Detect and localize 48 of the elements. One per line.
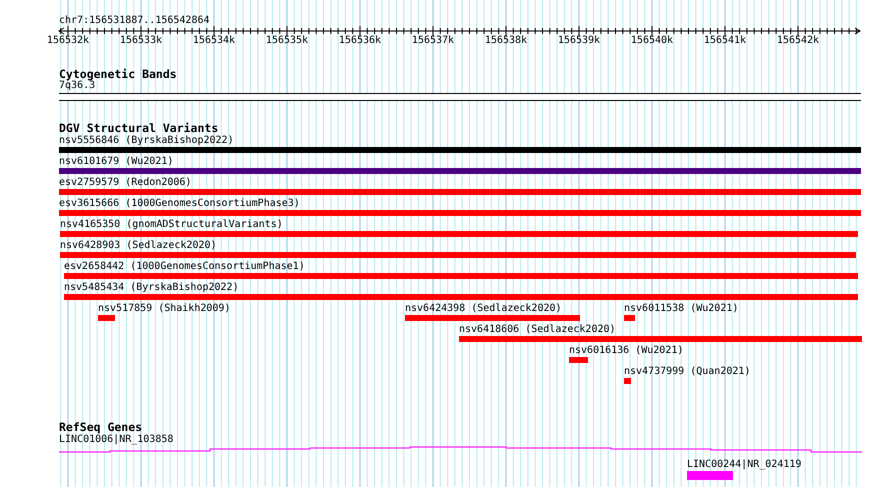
variant-label: nsv5556846 (ByrskaBishop2022) (59, 135, 234, 147)
variant-label: nsv5485434 (ByrskaBishop2022) (64, 282, 239, 294)
ruler-tick-label: 156535k (266, 35, 308, 47)
variant-label: nsv6418606 (Sedlazeck2020) (459, 324, 616, 336)
variant-label: esv2759579 (Redon2006) (59, 177, 192, 189)
ruler-tick-label: 156536k (338, 35, 382, 47)
track-title: Cytogenetic Bands (59, 68, 177, 80)
variant-bar[interactable] (459, 336, 862, 342)
variant-label: nsv6428903 (Sedlazeck2020) (60, 240, 217, 252)
variant-bar[interactable] (569, 357, 588, 363)
variant-label: nsv6424398 (Sedlazeck2020) (405, 303, 562, 315)
variant-bar[interactable] (64, 273, 858, 279)
track-title: DGV Structural Variants (59, 122, 218, 134)
gene-label: LINC00244|NR_024119 (687, 459, 802, 471)
variant-label: nsv6016136 (Wu2021) (569, 345, 684, 357)
location-label: chr7:156531887..156542864 (59, 15, 210, 27)
variant-label: esv3615666 (1000GenomesConsortiumPhase3) (59, 198, 300, 210)
ruler-tick-label: 156538k (484, 35, 528, 47)
variant-bar[interactable] (405, 315, 580, 321)
ruler-tick-label: 156534k (192, 35, 236, 47)
ruler-tick-label: 156539k (558, 35, 600, 47)
gene-label: LINC01006|NR_103858 (59, 434, 174, 446)
variant-bar[interactable] (624, 378, 631, 384)
variant-bar[interactable] (624, 315, 635, 321)
ruler-tick-label: 156537k (412, 35, 454, 47)
variant-bar[interactable] (60, 252, 856, 258)
variant-label: nsv517859 (Shaikh2009) (98, 303, 230, 315)
ruler-tick-label: 156540k (630, 35, 674, 47)
variant-bar[interactable] (64, 294, 858, 300)
band-label: 7q36.3 (59, 80, 96, 92)
variant-label: nsv4165350 (gnomADStructuralVariants) (60, 219, 283, 231)
ruler-tick-label: 156532k (46, 35, 90, 47)
track-title: RefSeq Genes (59, 421, 142, 433)
variant-bar[interactable] (98, 315, 115, 321)
gene-line[interactable] (59, 446, 862, 452)
variant-label: esv2658442 (1000GenomesConsortiumPhase1) (64, 261, 305, 273)
variant-bar[interactable] (60, 231, 858, 237)
variant-bar[interactable] (59, 168, 861, 174)
gene-bar[interactable] (687, 471, 733, 480)
variant-label: nsv4737999 (Quan2021) (624, 366, 750, 378)
ruler-tick-label: 156533k (120, 35, 162, 47)
variant-bar[interactable] (59, 189, 861, 195)
variant-bar[interactable] (59, 210, 861, 216)
variant-label: nsv6101679 (Wu2021) (59, 156, 174, 168)
ruler-tick-label: 156542k (776, 35, 820, 47)
variant-label: nsv6011538 (Wu2021) (624, 303, 738, 315)
ruler-tick-label: 156541k (704, 35, 746, 47)
variant-bar[interactable] (59, 147, 861, 153)
